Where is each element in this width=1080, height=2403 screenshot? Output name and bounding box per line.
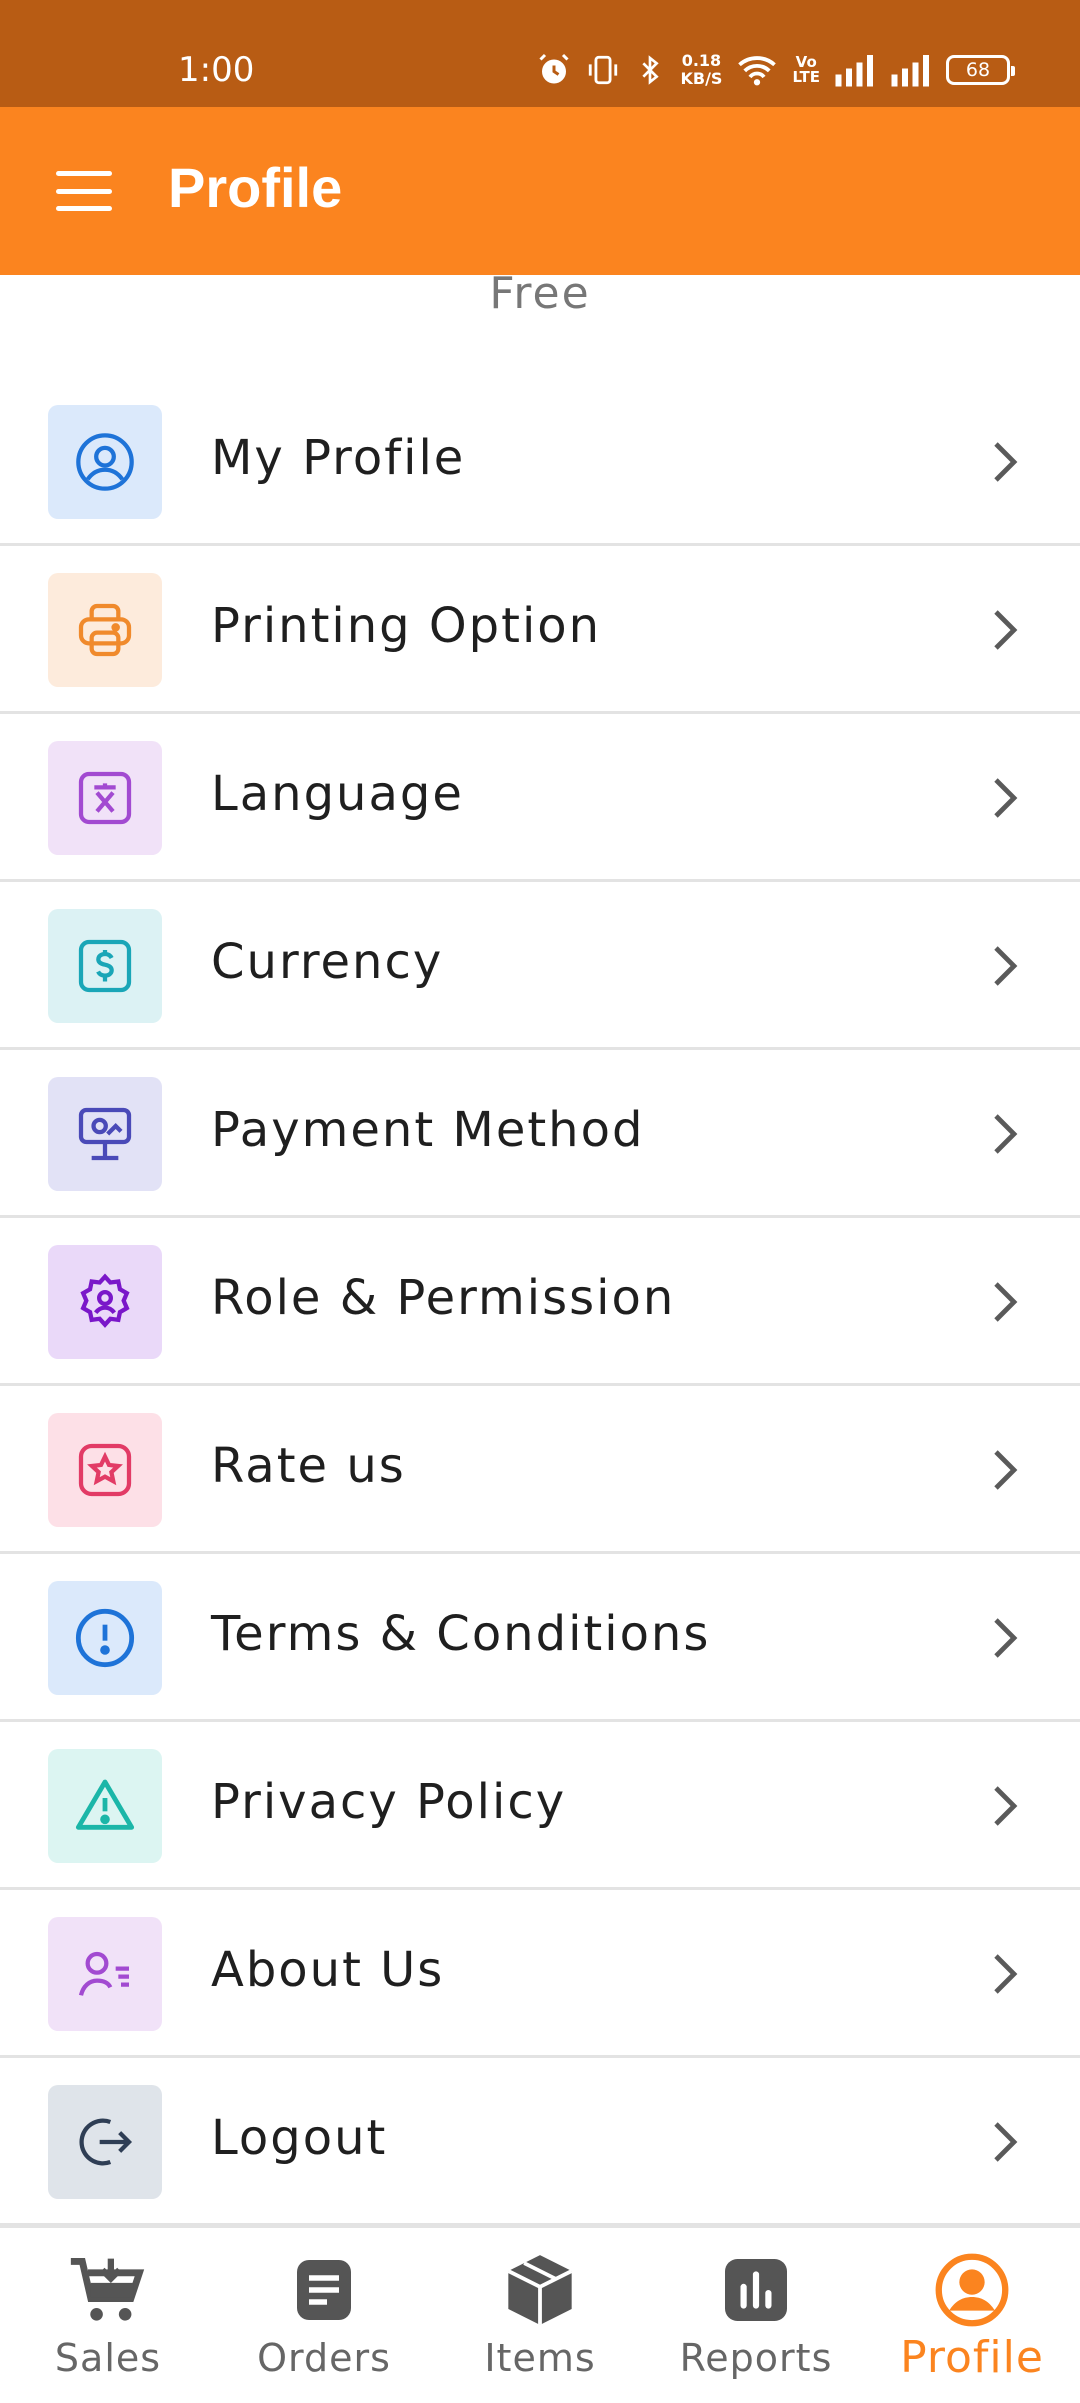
menu-item-label: Currency — [211, 934, 444, 990]
translate-icon — [78, 771, 132, 825]
profile-menu-list: My Profile Printing Option Language Curr… — [0, 378, 1080, 2226]
volte-indicator: Vo LTE — [792, 55, 820, 85]
menu-item-currency[interactable]: Currency — [0, 882, 1080, 1050]
icon-box — [48, 2085, 162, 2199]
chevron-right-icon — [994, 1282, 1018, 1322]
nav-item-orders[interactable]: Orders — [216, 2228, 432, 2403]
nav-item-items[interactable]: Items — [432, 2228, 648, 2403]
chevron-right-icon — [994, 946, 1018, 986]
chevron-right-icon — [994, 2122, 1018, 2162]
user-circle-icon — [76, 433, 134, 491]
menu-item-label: Language — [211, 766, 464, 822]
menu-item-my-profile[interactable]: My Profile — [0, 378, 1080, 546]
menu-item-label: Payment Method — [211, 1102, 645, 1158]
status-bar: 1:00 0.18 KB/S Vo LTE 68 — [0, 0, 1080, 107]
document-icon — [284, 2250, 364, 2330]
nav-label: Reports — [679, 2336, 833, 2380]
menu-item-label: Role & Permission — [211, 1270, 676, 1326]
icon-box — [48, 1413, 162, 1527]
menu-item-role-permission[interactable]: Role & Permission — [0, 1218, 1080, 1386]
chevron-right-icon — [994, 610, 1018, 650]
icon-box — [48, 1917, 162, 2031]
alarm-icon — [536, 52, 572, 88]
star-icon — [78, 1443, 132, 1497]
menu-item-label: Terms & Conditions — [211, 1606, 711, 1662]
network-speed-value: 0.18 — [681, 51, 722, 70]
menu-item-label: Logout — [211, 2110, 388, 2166]
network-speed-unit: KB/S — [680, 69, 723, 88]
chevron-right-icon — [994, 1450, 1018, 1490]
wifi-icon — [736, 52, 778, 88]
status-time: 1:00 — [178, 50, 255, 90]
bar-chart-icon — [716, 2250, 796, 2330]
page-title: Profile — [168, 156, 343, 219]
gear-user-icon — [80, 1273, 130, 1328]
menu-item-payment-method[interactable]: Payment Method — [0, 1050, 1080, 1218]
menu-item-logout[interactable]: Logout — [0, 2058, 1080, 2226]
chevron-right-icon — [994, 1954, 1018, 1994]
menu-item-label: Privacy Policy — [211, 1774, 567, 1830]
nav-item-profile[interactable]: Profile — [864, 2228, 1080, 2403]
menu-item-label: Printing Option — [211, 598, 602, 654]
nav-item-reports[interactable]: Reports — [648, 2228, 864, 2403]
bottom-navigation: Sales Orders Items Reports Profile — [0, 2225, 1080, 2400]
icon-box — [48, 741, 162, 855]
nav-label: Items — [484, 2336, 596, 2380]
nav-label: Sales — [54, 2336, 162, 2380]
chevron-right-icon — [994, 778, 1018, 818]
icon-box — [48, 573, 162, 687]
chevron-right-icon — [994, 1618, 1018, 1658]
profile-icon — [932, 2250, 1012, 2330]
menu-item-terms-conditions[interactable]: Terms & Conditions — [0, 1554, 1080, 1722]
menu-item-rate-us[interactable]: Rate us — [0, 1386, 1080, 1554]
payment-icon — [78, 1107, 132, 1161]
menu-item-about-us[interactable]: About Us — [0, 1890, 1080, 2058]
battery-indicator: 68 — [946, 55, 1015, 85]
menu-item-language[interactable]: Language — [0, 714, 1080, 882]
icon-box — [48, 1581, 162, 1695]
info-circle-icon — [75, 1608, 135, 1668]
chevron-right-icon — [994, 442, 1018, 482]
chevron-right-icon — [994, 1786, 1018, 1826]
icon-box — [48, 909, 162, 1023]
logout-icon — [79, 2118, 133, 2166]
cart-icon — [68, 2250, 148, 2330]
menu-item-privacy-policy[interactable]: Privacy Policy — [0, 1722, 1080, 1890]
nav-label: Profile — [900, 2332, 1044, 2383]
network-speed: 0.18 KB/S — [680, 52, 722, 88]
icon-box — [48, 405, 162, 519]
signal-icon-2 — [890, 53, 932, 87]
signal-icon — [834, 53, 876, 87]
menu-item-label: About Us — [211, 1942, 445, 1998]
box-icon — [500, 2250, 580, 2330]
hamburger-menu-icon[interactable] — [52, 165, 116, 217]
menu-item-printing-option[interactable]: Printing Option — [0, 546, 1080, 714]
status-icons: 0.18 KB/S Vo LTE 68 — [536, 50, 1015, 90]
nav-item-sales[interactable]: Sales — [0, 2228, 216, 2403]
plan-label: Free — [489, 268, 591, 319]
icon-box — [48, 1245, 162, 1359]
printer-icon — [78, 603, 132, 657]
menu-item-label: My Profile — [211, 430, 466, 486]
chevron-right-icon — [994, 1114, 1018, 1154]
icon-box — [48, 1749, 162, 1863]
dollar-icon — [78, 939, 132, 993]
user-list-icon — [78, 1951, 129, 1996]
app-bar: Profile — [0, 107, 1080, 275]
vibrate-icon — [586, 53, 620, 87]
icon-box — [48, 1077, 162, 1191]
nav-label: Orders — [257, 2336, 391, 2380]
warning-triangle-icon — [75, 1779, 135, 1830]
bluetooth-icon — [634, 53, 666, 87]
menu-item-label: Rate us — [211, 1438, 406, 1494]
volte-bottom: LTE — [792, 68, 820, 86]
